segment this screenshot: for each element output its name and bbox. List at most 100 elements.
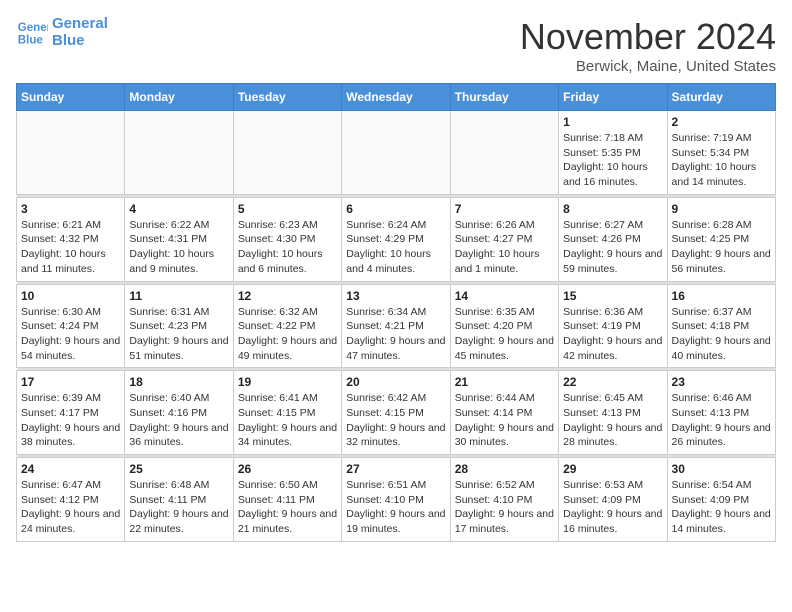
day-info: Sunrise: 7:18 AM Sunset: 5:35 PM Dayligh… xyxy=(563,131,662,190)
day-info: Sunrise: 6:36 AM Sunset: 4:19 PM Dayligh… xyxy=(563,305,662,364)
logo-icon: General Blue xyxy=(16,17,48,49)
calendar-cell: 25Sunrise: 6:48 AM Sunset: 4:11 PM Dayli… xyxy=(125,458,233,542)
calendar-cell: 2 Sunrise: 7:19 AM Sunset: 5:34 PM Daylig… xyxy=(667,111,775,195)
day-number: 15 xyxy=(563,289,662,303)
day-number: 13 xyxy=(346,289,445,303)
day-number: 8 xyxy=(563,202,662,216)
day-info: Sunrise: 6:26 AM Sunset: 4:27 PM Dayligh… xyxy=(455,218,554,277)
svg-text:General: General xyxy=(18,22,48,34)
day-info: Sunrise: 6:40 AM Sunset: 4:16 PM Dayligh… xyxy=(129,391,228,450)
day-info: Sunrise: 6:52 AM Sunset: 4:10 PM Dayligh… xyxy=(455,478,554,537)
day-info: Sunrise: 6:54 AM Sunset: 4:09 PM Dayligh… xyxy=(672,478,771,537)
calendar-week-row: 3 Sunrise: 6:21 AM Sunset: 4:32 PM Daylig… xyxy=(17,197,776,281)
svg-text:Blue: Blue xyxy=(18,34,44,46)
calendar-cell: 10 Sunrise: 6:30 AM Sunset: 4:24 PM Dayli… xyxy=(17,284,125,368)
day-number: 26 xyxy=(238,462,337,476)
day-number: 12 xyxy=(238,289,337,303)
day-info: Sunrise: 6:22 AM Sunset: 4:31 PM Dayligh… xyxy=(129,218,228,277)
calendar-week-row: 24Sunrise: 6:47 AM Sunset: 4:12 PM Dayli… xyxy=(17,458,776,542)
day-number: 23 xyxy=(672,375,771,389)
logo-line1: General xyxy=(52,16,108,33)
day-number: 5 xyxy=(238,202,337,216)
day-number: 9 xyxy=(672,202,771,216)
calendar-cell: 21Sunrise: 6:44 AM Sunset: 4:14 PM Dayli… xyxy=(450,371,558,455)
day-info: Sunrise: 6:42 AM Sunset: 4:15 PM Dayligh… xyxy=(346,391,445,450)
day-info: Sunrise: 6:37 AM Sunset: 4:18 PM Dayligh… xyxy=(672,305,771,364)
weekday-header: Thursday xyxy=(450,84,558,111)
calendar-cell: 15 Sunrise: 6:36 AM Sunset: 4:19 PM Dayli… xyxy=(559,284,667,368)
calendar-cell: 5 Sunrise: 6:23 AM Sunset: 4:30 PM Daylig… xyxy=(233,197,341,281)
month-title: November 2024 xyxy=(520,16,776,58)
day-number: 25 xyxy=(129,462,228,476)
calendar-cell: 8Sunrise: 6:27 AM Sunset: 4:26 PM Daylig… xyxy=(559,197,667,281)
weekday-header: Friday xyxy=(559,84,667,111)
day-number: 7 xyxy=(455,202,554,216)
calendar-cell: 23 Sunrise: 6:46 AM Sunset: 4:13 PM Dayli… xyxy=(667,371,775,455)
weekday-header: Wednesday xyxy=(342,84,450,111)
day-number: 17 xyxy=(21,375,120,389)
day-info: Sunrise: 6:35 AM Sunset: 4:20 PM Dayligh… xyxy=(455,305,554,364)
calendar-cell: 1 Sunrise: 7:18 AM Sunset: 5:35 PM Daylig… xyxy=(559,111,667,195)
day-info: Sunrise: 6:21 AM Sunset: 4:32 PM Dayligh… xyxy=(21,218,120,277)
day-number: 29 xyxy=(563,462,662,476)
weekday-header: Saturday xyxy=(667,84,775,111)
calendar-cell: 9 Sunrise: 6:28 AM Sunset: 4:25 PM Daylig… xyxy=(667,197,775,281)
calendar-cell: 17 Sunrise: 6:39 AM Sunset: 4:17 PM Dayli… xyxy=(17,371,125,455)
day-number: 3 xyxy=(21,202,120,216)
day-number: 16 xyxy=(672,289,771,303)
day-number: 10 xyxy=(21,289,120,303)
calendar-cell xyxy=(17,111,125,195)
calendar-cell: 13 Sunrise: 6:34 AM Sunset: 4:21 PM Dayli… xyxy=(342,284,450,368)
day-info: Sunrise: 6:31 AM Sunset: 4:23 PM Dayligh… xyxy=(129,305,228,364)
calendar-cell xyxy=(450,111,558,195)
calendar-week-row: 10 Sunrise: 6:30 AM Sunset: 4:24 PM Dayli… xyxy=(17,284,776,368)
day-info: Sunrise: 6:50 AM Sunset: 4:11 PM Dayligh… xyxy=(238,478,337,537)
calendar-cell xyxy=(342,111,450,195)
day-info: Sunrise: 6:32 AM Sunset: 4:22 PM Dayligh… xyxy=(238,305,337,364)
calendar-cell: 12 Sunrise: 6:32 AM Sunset: 4:22 PM Dayli… xyxy=(233,284,341,368)
calendar-cell: 28 Sunrise: 6:52 AM Sunset: 4:10 PM Dayli… xyxy=(450,458,558,542)
weekday-header: Monday xyxy=(125,84,233,111)
day-info: Sunrise: 6:44 AM Sunset: 4:14 PM Dayligh… xyxy=(455,391,554,450)
day-number: 27 xyxy=(346,462,445,476)
day-info: Sunrise: 6:53 AM Sunset: 4:09 PM Dayligh… xyxy=(563,478,662,537)
calendar-cell: 24Sunrise: 6:47 AM Sunset: 4:12 PM Dayli… xyxy=(17,458,125,542)
day-info: Sunrise: 6:41 AM Sunset: 4:15 PM Dayligh… xyxy=(238,391,337,450)
title-area: November 2024 Berwick, Maine, United Sta… xyxy=(520,16,776,75)
day-info: Sunrise: 6:24 AM Sunset: 4:29 PM Dayligh… xyxy=(346,218,445,277)
calendar-cell xyxy=(125,111,233,195)
calendar-cell: 4 Sunrise: 6:22 AM Sunset: 4:31 PM Daylig… xyxy=(125,197,233,281)
day-number: 28 xyxy=(455,462,554,476)
calendar-cell: 22Sunrise: 6:45 AM Sunset: 4:13 PM Dayli… xyxy=(559,371,667,455)
day-info: Sunrise: 6:23 AM Sunset: 4:30 PM Dayligh… xyxy=(238,218,337,277)
day-info: Sunrise: 7:19 AM Sunset: 5:34 PM Dayligh… xyxy=(672,131,771,190)
weekday-header-row: SundayMondayTuesdayWednesdayThursdayFrid… xyxy=(17,84,776,111)
calendar-cell: 29 Sunrise: 6:53 AM Sunset: 4:09 PM Dayli… xyxy=(559,458,667,542)
day-info: Sunrise: 6:30 AM Sunset: 4:24 PM Dayligh… xyxy=(21,305,120,364)
day-number: 2 xyxy=(672,115,771,129)
day-number: 18 xyxy=(129,375,228,389)
day-info: Sunrise: 6:46 AM Sunset: 4:13 PM Dayligh… xyxy=(672,391,771,450)
calendar-cell: 19 Sunrise: 6:41 AM Sunset: 4:15 PM Dayli… xyxy=(233,371,341,455)
weekday-header: Sunday xyxy=(17,84,125,111)
calendar-cell: 11 Sunrise: 6:31 AM Sunset: 4:23 PM Dayli… xyxy=(125,284,233,368)
day-info: Sunrise: 6:39 AM Sunset: 4:17 PM Dayligh… xyxy=(21,391,120,450)
day-number: 14 xyxy=(455,289,554,303)
day-number: 19 xyxy=(238,375,337,389)
day-info: Sunrise: 6:34 AM Sunset: 4:21 PM Dayligh… xyxy=(346,305,445,364)
calendar-week-row: 1 Sunrise: 7:18 AM Sunset: 5:35 PM Daylig… xyxy=(17,111,776,195)
day-number: 30 xyxy=(672,462,771,476)
day-number: 1 xyxy=(563,115,662,129)
calendar: SundayMondayTuesdayWednesdayThursdayFrid… xyxy=(16,83,776,542)
logo-line2: Blue xyxy=(52,33,108,50)
day-info: Sunrise: 6:45 AM Sunset: 4:13 PM Dayligh… xyxy=(563,391,662,450)
day-number: 24 xyxy=(21,462,120,476)
day-number: 11 xyxy=(129,289,228,303)
location: Berwick, Maine, United States xyxy=(520,58,776,75)
calendar-cell: 6 Sunrise: 6:24 AM Sunset: 4:29 PM Daylig… xyxy=(342,197,450,281)
day-info: Sunrise: 6:28 AM Sunset: 4:25 PM Dayligh… xyxy=(672,218,771,277)
day-number: 4 xyxy=(129,202,228,216)
calendar-cell: 7 Sunrise: 6:26 AM Sunset: 4:27 PM Daylig… xyxy=(450,197,558,281)
calendar-week-row: 17 Sunrise: 6:39 AM Sunset: 4:17 PM Dayli… xyxy=(17,371,776,455)
day-number: 6 xyxy=(346,202,445,216)
